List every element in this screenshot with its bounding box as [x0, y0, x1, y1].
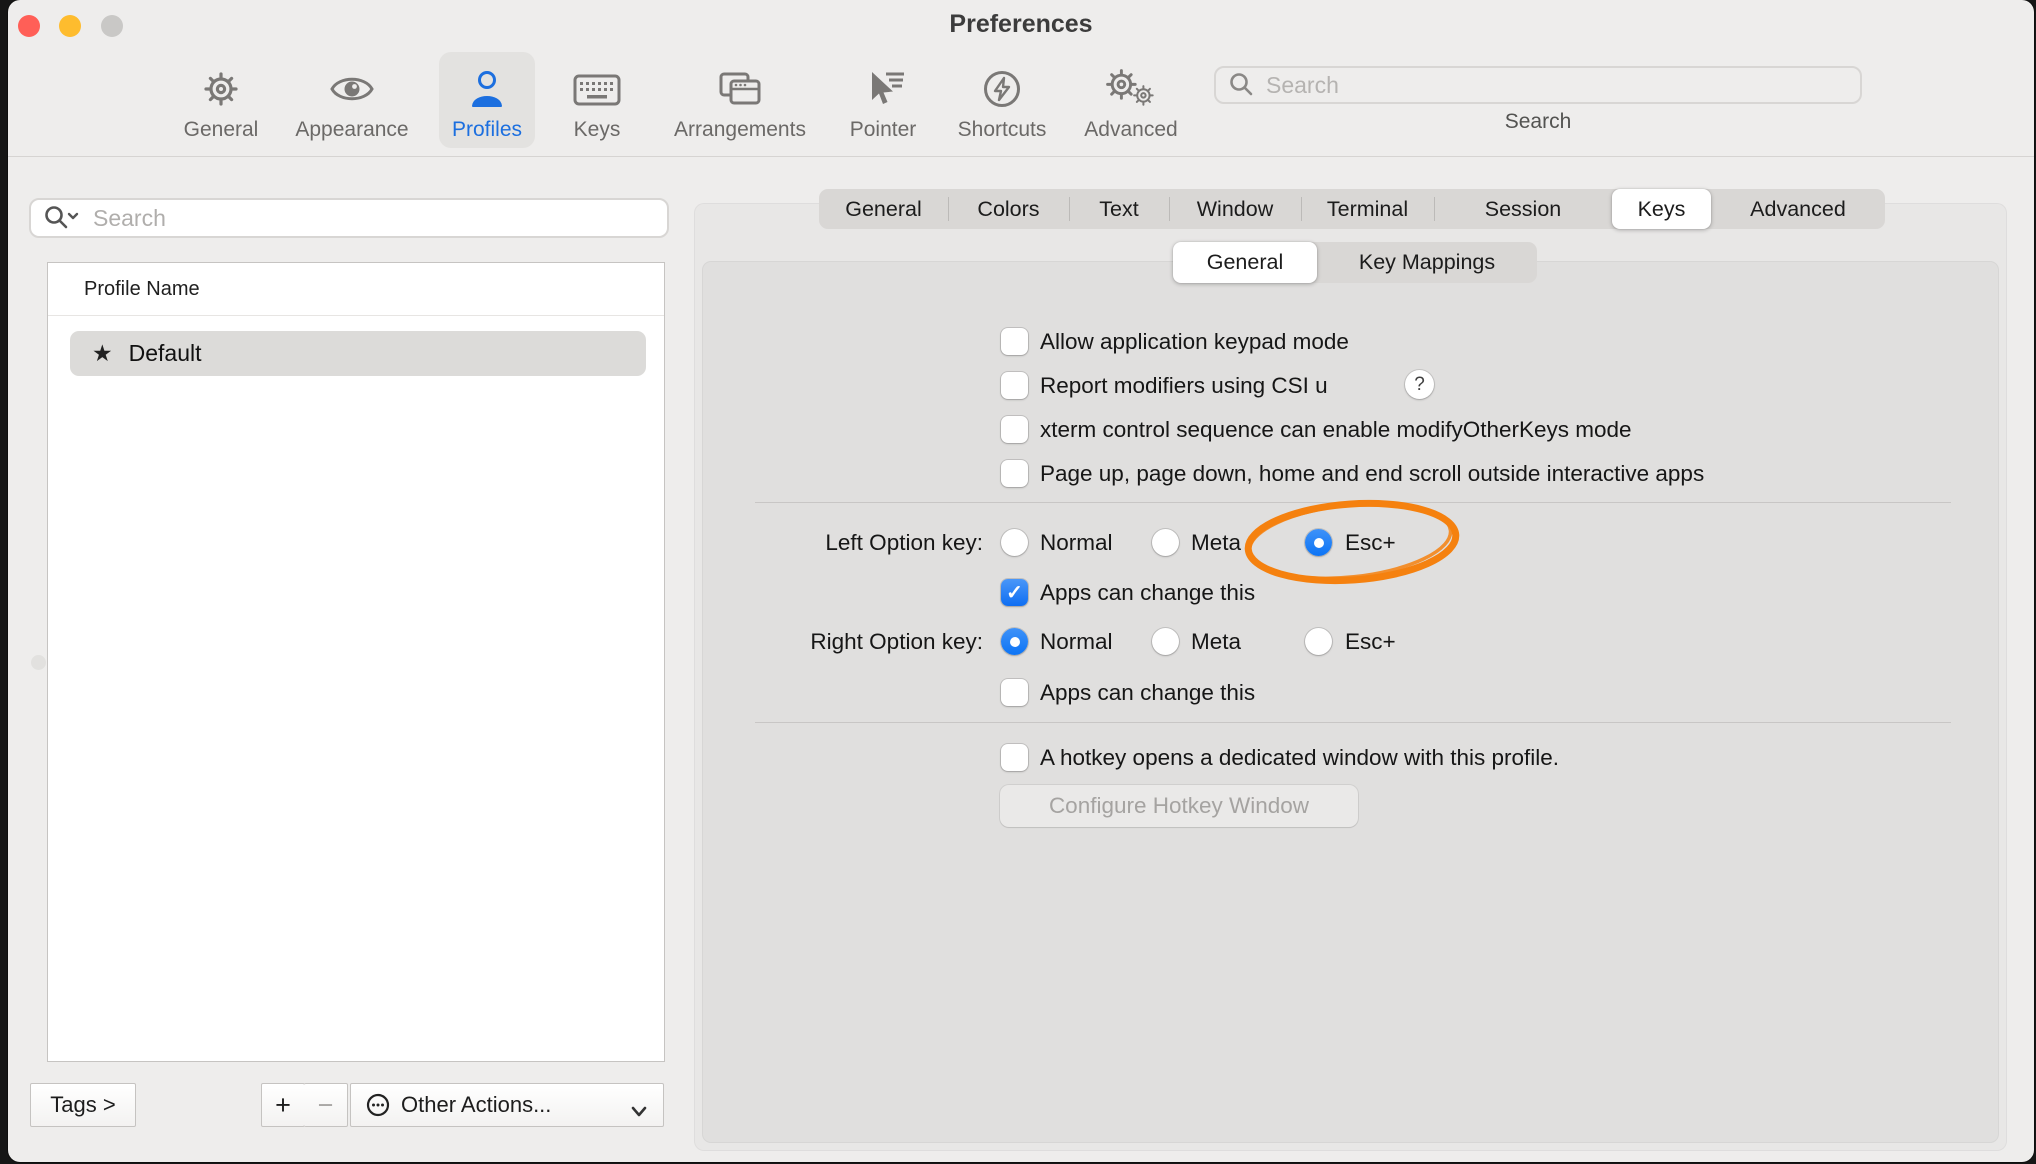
toolbar-item-arrangements[interactable]: Arrangements [665, 54, 815, 148]
radio-left-meta-label[interactable]: Meta [1191, 529, 1241, 556]
toolbar-item-profiles[interactable]: Profiles [439, 54, 535, 148]
tab-advanced[interactable]: Advanced [1711, 189, 1885, 229]
chevron-down-icon [629, 1099, 649, 1125]
toolbar-search-label: Search [1214, 110, 1862, 134]
add-profile-button[interactable]: + [261, 1083, 305, 1127]
tab-terminal[interactable]: Terminal [1301, 189, 1434, 229]
checkbox-right-apps-change-label[interactable]: Apps can change this [1040, 679, 1255, 706]
toolbar-divider [8, 156, 2034, 157]
other-actions-dropdown[interactable]: Other Actions... [350, 1083, 664, 1127]
search-menu-icon[interactable] [43, 204, 83, 232]
separator [755, 502, 1951, 503]
toolbar-search-field[interactable] [1214, 66, 1862, 104]
checkbox-keypad-mode[interactable] [1001, 328, 1028, 355]
radio-right-normal[interactable] [1001, 628, 1028, 655]
radio-right-meta-label[interactable]: Meta [1191, 628, 1241, 655]
help-button[interactable]: ? [1405, 370, 1434, 399]
profile-search-input[interactable] [91, 204, 635, 233]
subtab-general[interactable]: General [1173, 242, 1317, 283]
ellipsis-circle-icon [365, 1092, 391, 1118]
list-header-divider [48, 315, 664, 316]
left-option-key-label: Left Option key: [658, 529, 983, 556]
configure-hotkey-window-button[interactable]: Configure Hotkey Window [1000, 785, 1358, 827]
separator [755, 722, 1951, 723]
gear-icon [201, 60, 241, 118]
radio-right-esc[interactable] [1305, 628, 1332, 655]
tags-button[interactable]: Tags > [30, 1083, 136, 1127]
radio-left-esc-label[interactable]: Esc+ [1345, 529, 1396, 556]
profile-tabs: General Colors Text Window Terminal Sess… [819, 189, 1885, 229]
eye-icon [329, 60, 375, 118]
checkbox-right-apps-change[interactable] [1001, 679, 1028, 706]
tab-session[interactable]: Session [1434, 189, 1612, 229]
toolbar-item-appearance[interactable]: Appearance [287, 54, 417, 148]
bolt-circle-icon [981, 60, 1023, 118]
tab-text[interactable]: Text [1069, 189, 1169, 229]
keys-subtabs: General Key Mappings [1173, 242, 1537, 283]
keys-general-panel [702, 261, 1999, 1143]
checkbox-page-scroll-label[interactable]: Page up, page down, home and end scroll … [1040, 460, 1704, 487]
preferences-window: Preferences General Appearance Profiles [8, 0, 2034, 1162]
checkbox-left-apps-change[interactable]: ✓ [1001, 579, 1028, 606]
keyboard-icon [573, 60, 621, 118]
radio-right-esc-label[interactable]: Esc+ [1345, 628, 1396, 655]
radio-left-normal-label[interactable]: Normal [1040, 529, 1113, 556]
cursor-icon [859, 60, 907, 118]
tab-keys[interactable]: Keys [1612, 189, 1711, 229]
window-title: Preferences [8, 10, 2034, 39]
toolbar-item-advanced[interactable]: Advanced [1071, 54, 1191, 148]
search-icon [1228, 71, 1256, 99]
profile-row-default[interactable]: ★ Default [70, 331, 646, 376]
radio-right-normal-label[interactable]: Normal [1040, 628, 1113, 655]
tab-colors[interactable]: Colors [948, 189, 1069, 229]
checkbox-hotkey-window-label[interactable]: A hotkey opens a dedicated window with t… [1040, 744, 1559, 771]
checkbox-left-apps-change-label[interactable]: Apps can change this [1040, 579, 1255, 606]
profile-list-header: Profile Name [84, 278, 200, 301]
radio-left-meta[interactable] [1152, 529, 1179, 556]
subtab-key-mappings[interactable]: Key Mappings [1317, 242, 1537, 283]
checkbox-keypad-mode-label[interactable]: Allow application keypad mode [1040, 328, 1349, 355]
checkbox-modify-other-keys[interactable] [1001, 416, 1028, 443]
checkbox-modify-other-keys-label[interactable]: xterm control sequence can enable modify… [1040, 416, 1632, 443]
toolbar-search-input[interactable] [1264, 71, 1828, 100]
radio-left-normal[interactable] [1001, 529, 1028, 556]
default-star-icon: ★ [92, 340, 113, 367]
toolbar-item-keys[interactable]: Keys [552, 54, 642, 148]
radio-right-meta[interactable] [1152, 628, 1179, 655]
remove-profile-button[interactable]: − [304, 1083, 348, 1127]
checkbox-csi-u[interactable] [1001, 372, 1028, 399]
windows-icon [716, 60, 764, 118]
person-icon [464, 60, 510, 118]
profile-search-field[interactable] [29, 198, 669, 238]
checkbox-csi-u-label[interactable]: Report modifiers using CSI u [1040, 372, 1328, 399]
gears-icon [1103, 60, 1159, 118]
tab-general[interactable]: General [819, 189, 948, 229]
profile-list: Profile Name ★ Default [47, 262, 665, 1062]
profile-name: Default [129, 340, 202, 367]
checkbox-page-scroll[interactable] [1001, 460, 1028, 487]
right-option-key-label: Right Option key: [658, 628, 983, 655]
toolbar-item-pointer[interactable]: Pointer [833, 54, 933, 148]
tab-window[interactable]: Window [1169, 189, 1301, 229]
radio-left-esc[interactable] [1305, 529, 1332, 556]
toolbar-item-shortcuts[interactable]: Shortcuts [947, 54, 1057, 148]
toolbar-item-general[interactable]: General [166, 54, 276, 148]
window-edge-dot [31, 655, 46, 670]
checkbox-hotkey-window[interactable] [1001, 744, 1028, 771]
